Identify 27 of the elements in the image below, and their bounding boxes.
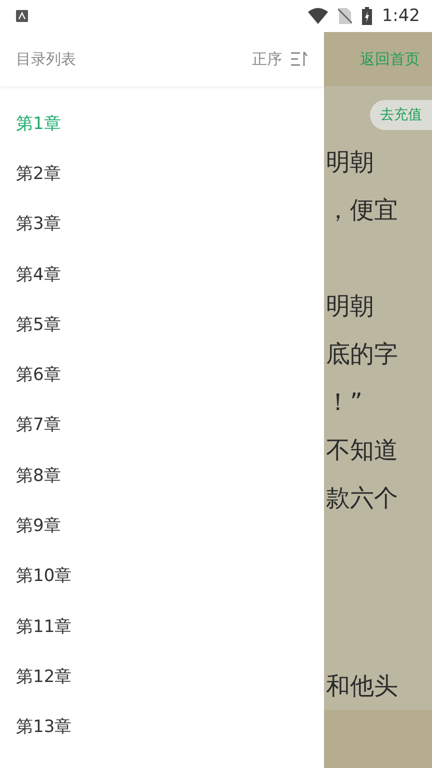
- reader-text-line: 不知道: [326, 435, 398, 466]
- chapter-item[interactable]: 第5章: [0, 299, 324, 350]
- chapter-item[interactable]: 第3章: [0, 198, 324, 249]
- drawer-title: 目录列表: [16, 50, 77, 68]
- reader-text-line: 款六个: [326, 483, 398, 514]
- reader-text-line: 明朝: [326, 147, 374, 178]
- chapter-item[interactable]: 第7章: [0, 400, 324, 450]
- chapter-item[interactable]: 第8章: [0, 450, 324, 500]
- sort-button[interactable]: 正序: [252, 50, 282, 68]
- sort-icon[interactable]: [290, 50, 308, 68]
- reader-text-line: ！”: [326, 387, 362, 418]
- reader-text-line: ，便宜: [326, 195, 398, 226]
- chapter-item[interactable]: 第12章: [0, 651, 324, 702]
- reader-text-line: 底的字: [326, 339, 398, 370]
- chapter-item[interactable]: 第2章: [0, 148, 324, 199]
- wifi-icon: [308, 8, 328, 24]
- chapter-item[interactable]: 第13章: [0, 702, 324, 752]
- reader-text-line: 明朝: [326, 291, 374, 322]
- status-time: 1:42: [382, 6, 420, 26]
- chapter-item[interactable]: 第6章: [0, 349, 324, 400]
- chapter-item[interactable]: 第10章: [0, 550, 324, 601]
- chapter-item[interactable]: 第4章: [0, 248, 324, 300]
- battery-charging-icon: [362, 7, 372, 25]
- chapter-item[interactable]: 第11章: [0, 600, 324, 652]
- no-sim-icon: [338, 8, 352, 24]
- reader-text-line: 和他头: [326, 671, 398, 702]
- chapter-item[interactable]: 第9章: [0, 500, 324, 551]
